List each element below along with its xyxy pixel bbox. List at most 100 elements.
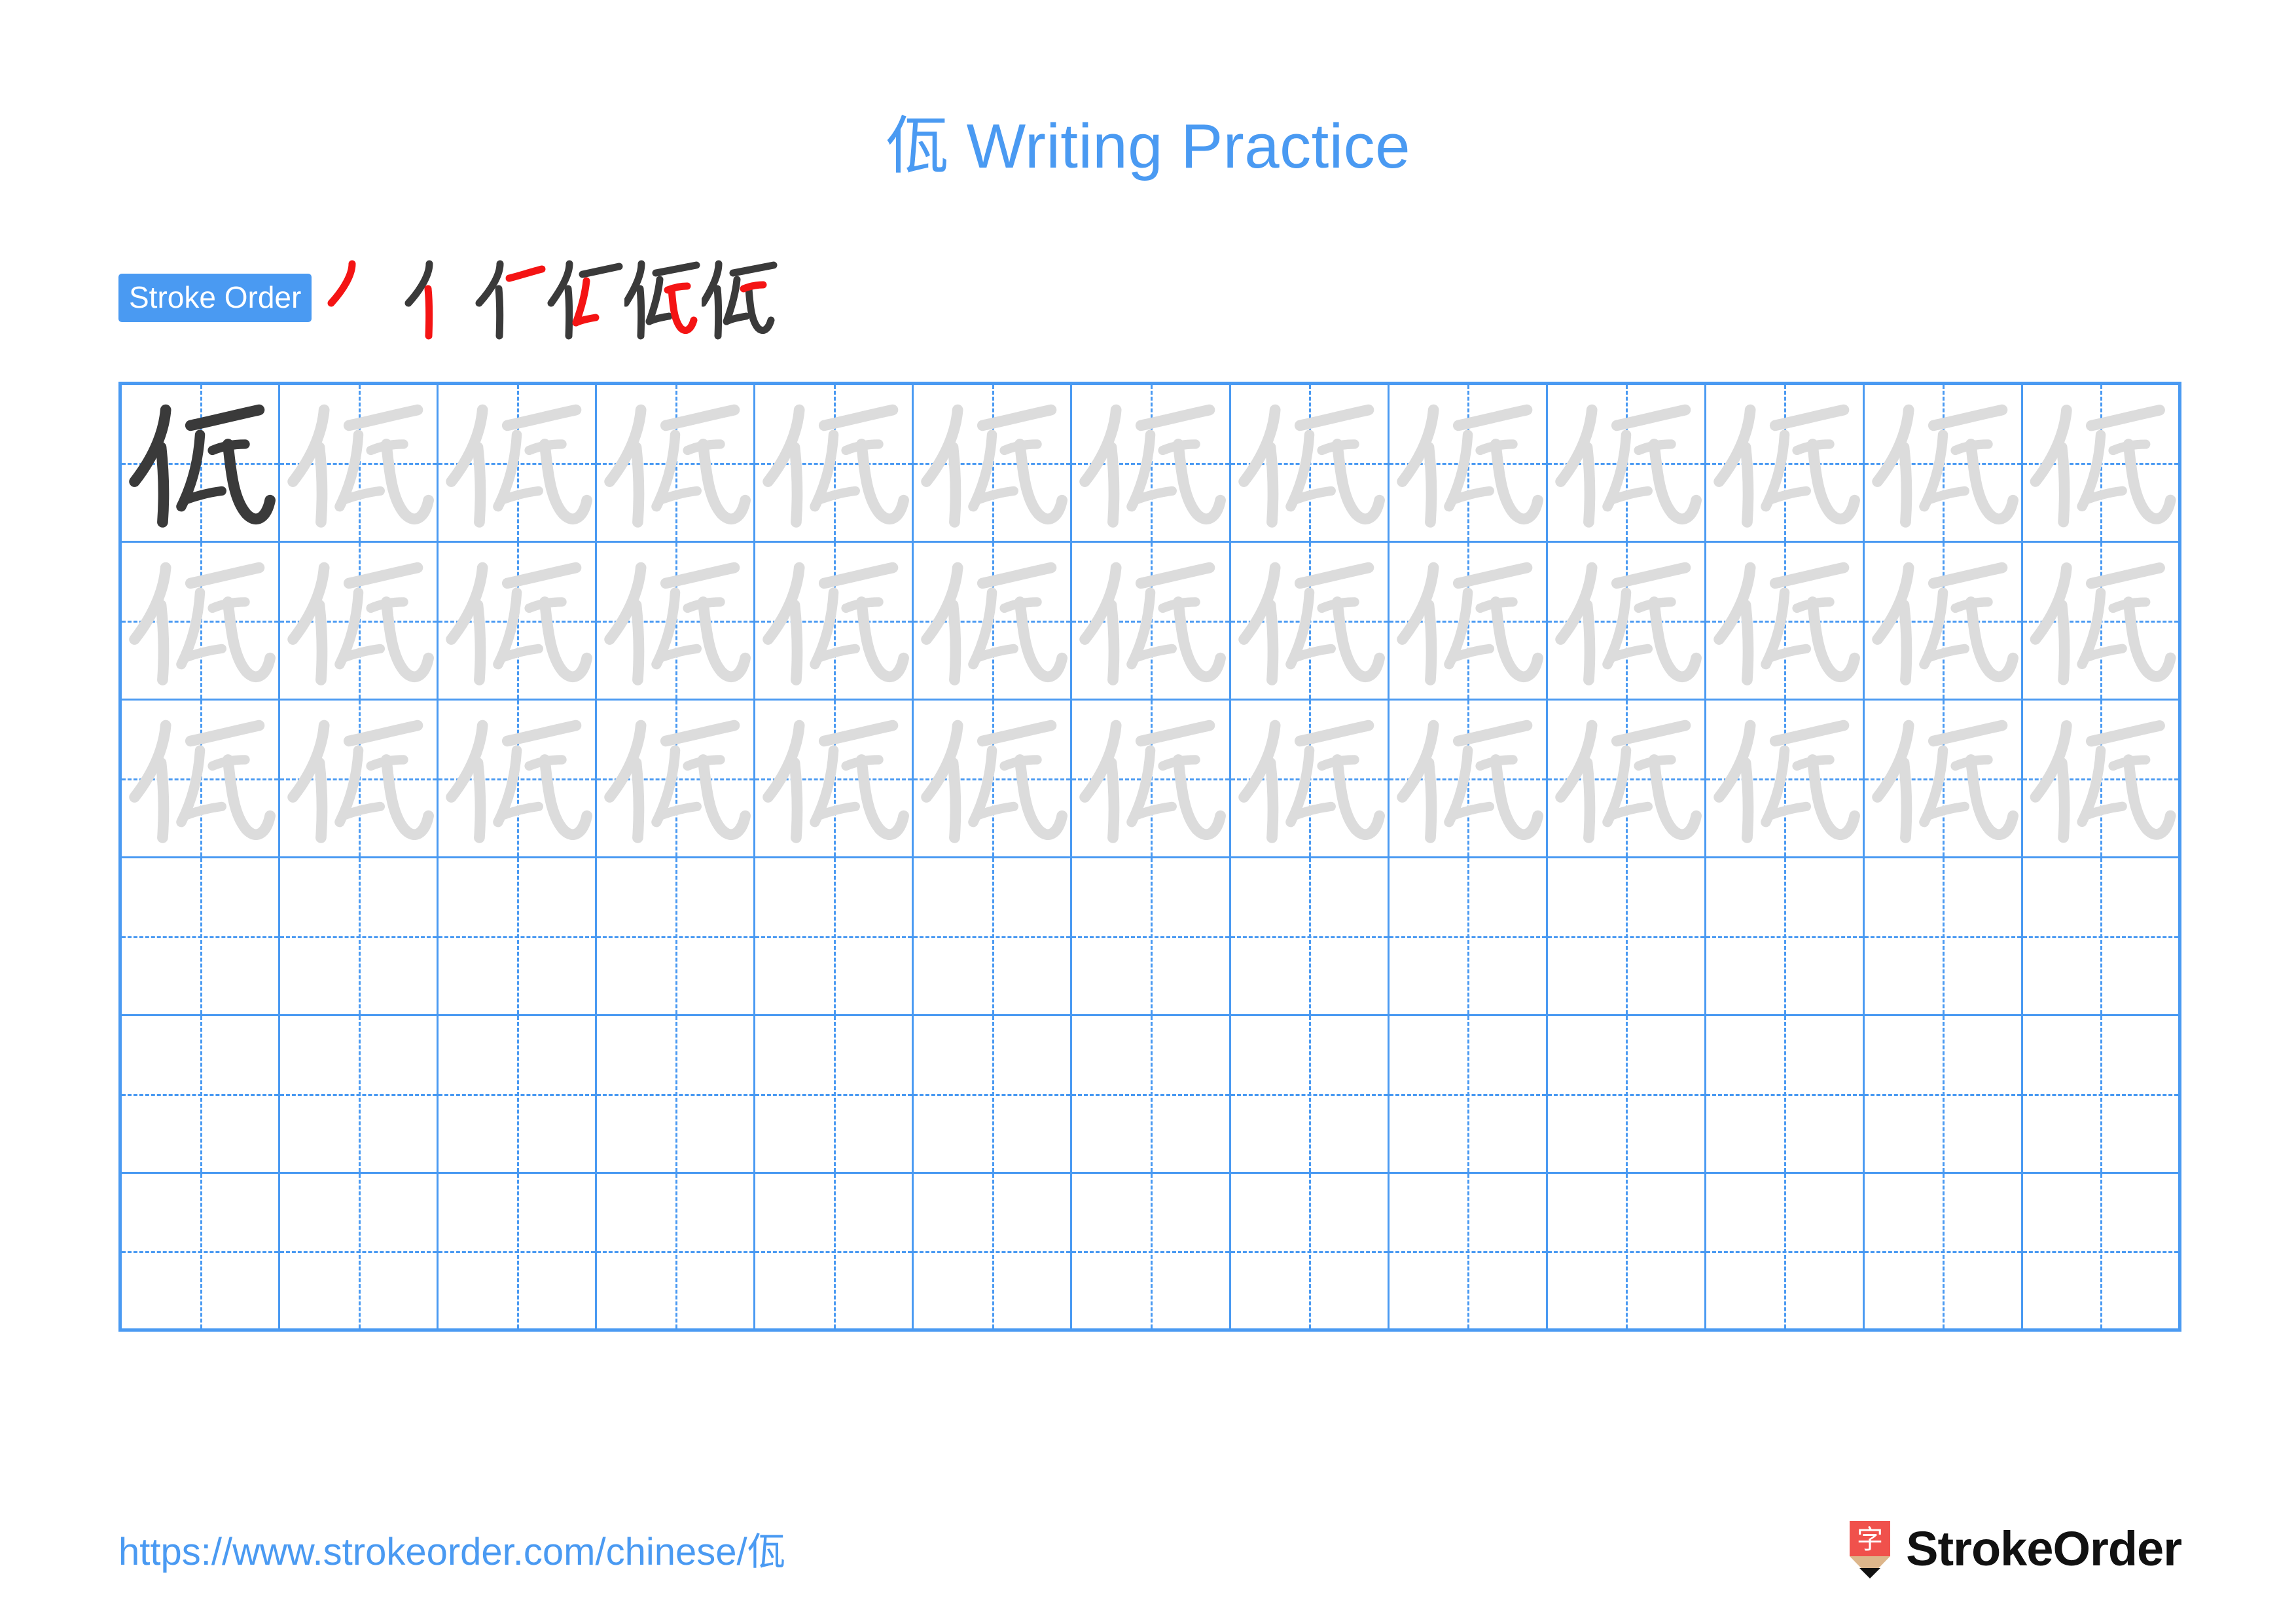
grid-cell-r4-c8[interactable] bbox=[1230, 858, 1390, 1016]
grid-cell-r3-c5[interactable] bbox=[755, 701, 914, 858]
grid-cell-r6-c3[interactable] bbox=[439, 1174, 598, 1332]
grid-cell-r5-c5[interactable] bbox=[755, 1016, 914, 1174]
grid-cell-r1-c10[interactable] bbox=[1547, 385, 1706, 543]
grid-cell-r2-c7[interactable] bbox=[1072, 543, 1231, 701]
grid-cell-r2-c6[interactable] bbox=[914, 543, 1073, 701]
grid-cell-r6-c10[interactable] bbox=[1547, 1174, 1706, 1332]
grid-cell-r1-c7[interactable] bbox=[1072, 385, 1231, 543]
grid-cell-r3-c9[interactable] bbox=[1389, 701, 1548, 858]
grid-cell-r2-c13[interactable] bbox=[2022, 543, 2181, 701]
grid-cell-r5-c8[interactable] bbox=[1230, 1016, 1390, 1174]
grid-cell-r5-c12[interactable] bbox=[1864, 1016, 2023, 1174]
grid-cell-r5-c10[interactable] bbox=[1547, 1016, 1706, 1174]
grid-cell-r3-c11[interactable] bbox=[1706, 701, 1865, 858]
stroke-step-3 bbox=[470, 252, 547, 344]
trace-character bbox=[1390, 701, 1546, 856]
grid-cell-r4-c11[interactable] bbox=[1706, 858, 1865, 1016]
grid-cell-r3-c7[interactable] bbox=[1072, 701, 1231, 858]
grid-cell-r4-c3[interactable] bbox=[439, 858, 598, 1016]
grid-cell-r3-c1[interactable] bbox=[122, 701, 281, 858]
grid-cell-r4-c6[interactable] bbox=[914, 858, 1073, 1016]
grid-cell-r5-c4[interactable] bbox=[597, 1016, 756, 1174]
grid-cell-r2-c2[interactable] bbox=[280, 543, 439, 701]
grid-cell-r5-c13[interactable] bbox=[2022, 1016, 2181, 1174]
grid-cell-r6-c4[interactable] bbox=[597, 1174, 756, 1332]
grid-cell-r4-c9[interactable] bbox=[1389, 858, 1548, 1016]
grid-cell-r3-c12[interactable] bbox=[1864, 701, 2023, 858]
grid-cell-r1-c13[interactable] bbox=[2022, 385, 2181, 543]
grid-cell-r2-c4[interactable] bbox=[597, 543, 756, 701]
grid-cell-r5-c2[interactable] bbox=[280, 1016, 439, 1174]
grid-cell-r2-c10[interactable] bbox=[1547, 543, 1706, 701]
grid-cell-r6-c5[interactable] bbox=[755, 1174, 914, 1332]
trace-character bbox=[1231, 543, 1388, 699]
stroke-order-steps bbox=[315, 252, 779, 344]
grid-cell-r1-c8[interactable] bbox=[1230, 385, 1390, 543]
trace-character bbox=[1706, 543, 1863, 699]
trace-character bbox=[755, 385, 912, 541]
grid-cell-r5-c3[interactable] bbox=[439, 1016, 598, 1174]
grid-cell-r6-c8[interactable] bbox=[1230, 1174, 1390, 1332]
grid-cell-r2-c12[interactable] bbox=[1864, 543, 2023, 701]
grid-cell-r6-c11[interactable] bbox=[1706, 1174, 1865, 1332]
grid-cell-r3-c4[interactable] bbox=[597, 701, 756, 858]
trace-character bbox=[1548, 701, 1704, 856]
grid-cell-r3-c13[interactable] bbox=[2022, 701, 2181, 858]
grid-cell-r4-c13[interactable] bbox=[2022, 858, 2181, 1016]
grid-cell-r6-c6[interactable] bbox=[914, 1174, 1073, 1332]
grid-cell-r4-c12[interactable] bbox=[1864, 858, 2023, 1016]
grid-cell-r6-c12[interactable] bbox=[1864, 1174, 2023, 1332]
logo-wordmark: StrokeOrder bbox=[1906, 1522, 2182, 1576]
grid-cell-r2-c5[interactable] bbox=[755, 543, 914, 701]
strokeorder-logo[interactable]: 字 StrokeOrder bbox=[1848, 1518, 2182, 1580]
grid-cell-r4-c5[interactable] bbox=[755, 858, 914, 1016]
trace-character bbox=[1865, 543, 2021, 699]
grid-cell-r5-c1[interactable] bbox=[122, 1016, 281, 1174]
grid-cell-r4-c4[interactable] bbox=[597, 858, 756, 1016]
grid-cell-r5-c11[interactable] bbox=[1706, 1016, 1865, 1174]
grid-cell-r2-c9[interactable] bbox=[1389, 543, 1548, 701]
grid-cell-r4-c7[interactable] bbox=[1072, 858, 1231, 1016]
grid-cell-r1-c1[interactable] bbox=[122, 385, 281, 543]
grid-cell-r4-c10[interactable] bbox=[1547, 858, 1706, 1016]
grid-cell-r3-c8[interactable] bbox=[1230, 701, 1390, 858]
grid-cell-r4-c2[interactable] bbox=[280, 858, 439, 1016]
grid-cell-r1-c6[interactable] bbox=[914, 385, 1073, 543]
grid-cell-r2-c11[interactable] bbox=[1706, 543, 1865, 701]
trace-character bbox=[280, 385, 437, 541]
grid-cell-r4-c1[interactable] bbox=[122, 858, 281, 1016]
grid-cell-r3-c3[interactable] bbox=[439, 701, 598, 858]
trace-character bbox=[597, 385, 753, 541]
grid-cell-r1-c2[interactable] bbox=[280, 385, 439, 543]
grid-cell-r2-c3[interactable] bbox=[439, 543, 598, 701]
grid-cell-r6-c1[interactable] bbox=[122, 1174, 281, 1332]
grid-cell-r3-c6[interactable] bbox=[914, 701, 1073, 858]
grid-cell-r6-c9[interactable] bbox=[1389, 1174, 1548, 1332]
grid-cell-r5-c9[interactable] bbox=[1389, 1016, 1548, 1174]
trace-character bbox=[1072, 385, 1229, 541]
grid-cell-r1-c3[interactable] bbox=[439, 385, 598, 543]
grid-cell-r2-c8[interactable] bbox=[1230, 543, 1390, 701]
footer-url-link[interactable]: https://www.strokeorder.com/chinese/佤 bbox=[118, 1529, 785, 1575]
trace-character bbox=[1390, 543, 1546, 699]
grid-cell-r1-c9[interactable] bbox=[1389, 385, 1548, 543]
practice-grid bbox=[118, 382, 2181, 1332]
trace-character bbox=[1548, 385, 1704, 541]
trace-character bbox=[122, 543, 278, 699]
grid-cell-r1-c4[interactable] bbox=[597, 385, 756, 543]
grid-cell-r5-c7[interactable] bbox=[1072, 1016, 1231, 1174]
grid-cell-r3-c10[interactable] bbox=[1547, 701, 1706, 858]
grid-cell-r1-c5[interactable] bbox=[755, 385, 914, 543]
grid-cell-r1-c11[interactable] bbox=[1706, 385, 1865, 543]
grid-cell-r3-c2[interactable] bbox=[280, 701, 439, 858]
pencil-logo-icon: 字 bbox=[1848, 1520, 1892, 1578]
grid-cell-r6-c7[interactable] bbox=[1072, 1174, 1231, 1332]
svg-text:字: 字 bbox=[1857, 1525, 1883, 1555]
trace-character bbox=[439, 385, 595, 541]
grid-cell-r6-c2[interactable] bbox=[280, 1174, 439, 1332]
grid-cell-r2-c1[interactable] bbox=[122, 543, 281, 701]
grid-cell-r5-c6[interactable] bbox=[914, 1016, 1073, 1174]
grid-cell-r6-c13[interactable] bbox=[2022, 1174, 2181, 1332]
grid-cell-r1-c12[interactable] bbox=[1864, 385, 2023, 543]
trace-character bbox=[1706, 701, 1863, 856]
